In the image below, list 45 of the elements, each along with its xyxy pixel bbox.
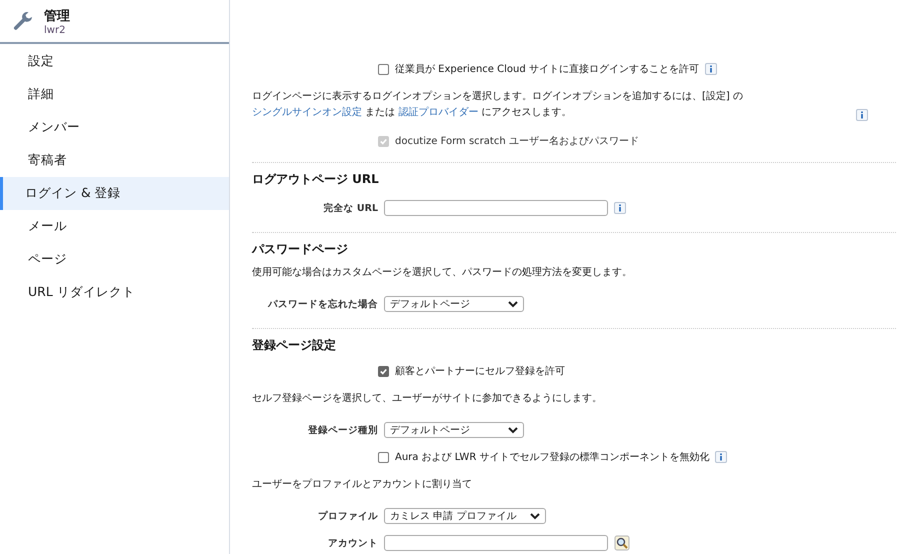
chevron-down-icon [508, 300, 518, 308]
dropdown[interactable]: デフォルトページ [384, 422, 524, 438]
sidebar-item[interactable]: 詳細 [0, 78, 229, 111]
info-icon[interactable] [715, 451, 728, 463]
checkbox[interactable] [378, 452, 389, 462]
checkbox-label: 従業員が Experience Cloud サイトに直接ログインすることを許可 [395, 62, 699, 76]
chevron-down-icon [508, 426, 518, 434]
account-input-field[interactable] [384, 535, 608, 551]
field-label: パスワードを忘れた場合 [266, 298, 378, 310]
section-heading: ログアウトページ URL [252, 171, 380, 187]
chevron-down-icon [530, 512, 540, 520]
checkbox-label: docutize Form scratch ユーザー名およびパスワード [395, 135, 639, 148]
app-title: 管理 [44, 8, 70, 24]
field-label: 完全な URL [322, 202, 378, 214]
sidebar-item[interactable]: 設定 [0, 45, 229, 78]
info-icon[interactable] [614, 202, 626, 214]
url-input-field[interactable] [384, 200, 608, 216]
checkbox-label: Aura および LWR サイトでセルフ登録の標準コンポーネントを無効化 [395, 450, 710, 464]
description-text: ユーザーをプロファイルとアカウントに割り当て [252, 478, 472, 492]
sidebar-item[interactable]: ログイン & 登録 [0, 177, 229, 210]
description-text: ログインページに表示するログインオプションを選択します。ログインオプションを追加するには、[設定] の シングルサインオン設定 または 認証プロバイダー にアクセスします。 [252, 90, 744, 120]
dropdown[interactable]: デフォルトページ [384, 296, 524, 312]
sidebar-item[interactable]: ページ [0, 243, 229, 276]
section-heading: 登録ページ設定 [252, 337, 337, 353]
field-label: 登録ページ種別 [306, 424, 378, 436]
section-heading: パスワードページ [252, 241, 349, 257]
site-name: lwr2 [44, 24, 66, 36]
checkbox[interactable] [378, 64, 389, 74]
settings-link[interactable]: シングルサインオン設定 [252, 107, 362, 118]
info-icon[interactable] [704, 63, 717, 75]
dropdown[interactable]: カミレス 申請 プロファイル [384, 508, 546, 524]
checkbox[interactable] [378, 366, 389, 376]
sidebar-item[interactable]: メンバー [0, 111, 229, 144]
info-icon[interactable] [856, 109, 868, 121]
description-text: 使用可能な場合はカスタムページを選択して、パスワードの処理方法を変更します。 [252, 266, 632, 280]
settings-link[interactable]: 認証プロバイダー [398, 107, 478, 118]
sidebar-item[interactable]: URL リダイレクト [0, 276, 229, 309]
sidebar-item[interactable]: 寄稿者 [0, 144, 229, 177]
wrench-icon [12, 10, 34, 32]
sidebar-item[interactable]: メール [0, 210, 229, 243]
field-label: アカウント [327, 536, 378, 550]
checkbox-label: 顧客とパートナーにセルフ登録を許可 [395, 364, 565, 378]
field-label: プロファイル [317, 510, 378, 522]
description-text: セルフ登録ページを選択して、ユーザーがサイトに参加できるようにします。 [252, 392, 602, 406]
search-icon[interactable] [614, 535, 630, 551]
